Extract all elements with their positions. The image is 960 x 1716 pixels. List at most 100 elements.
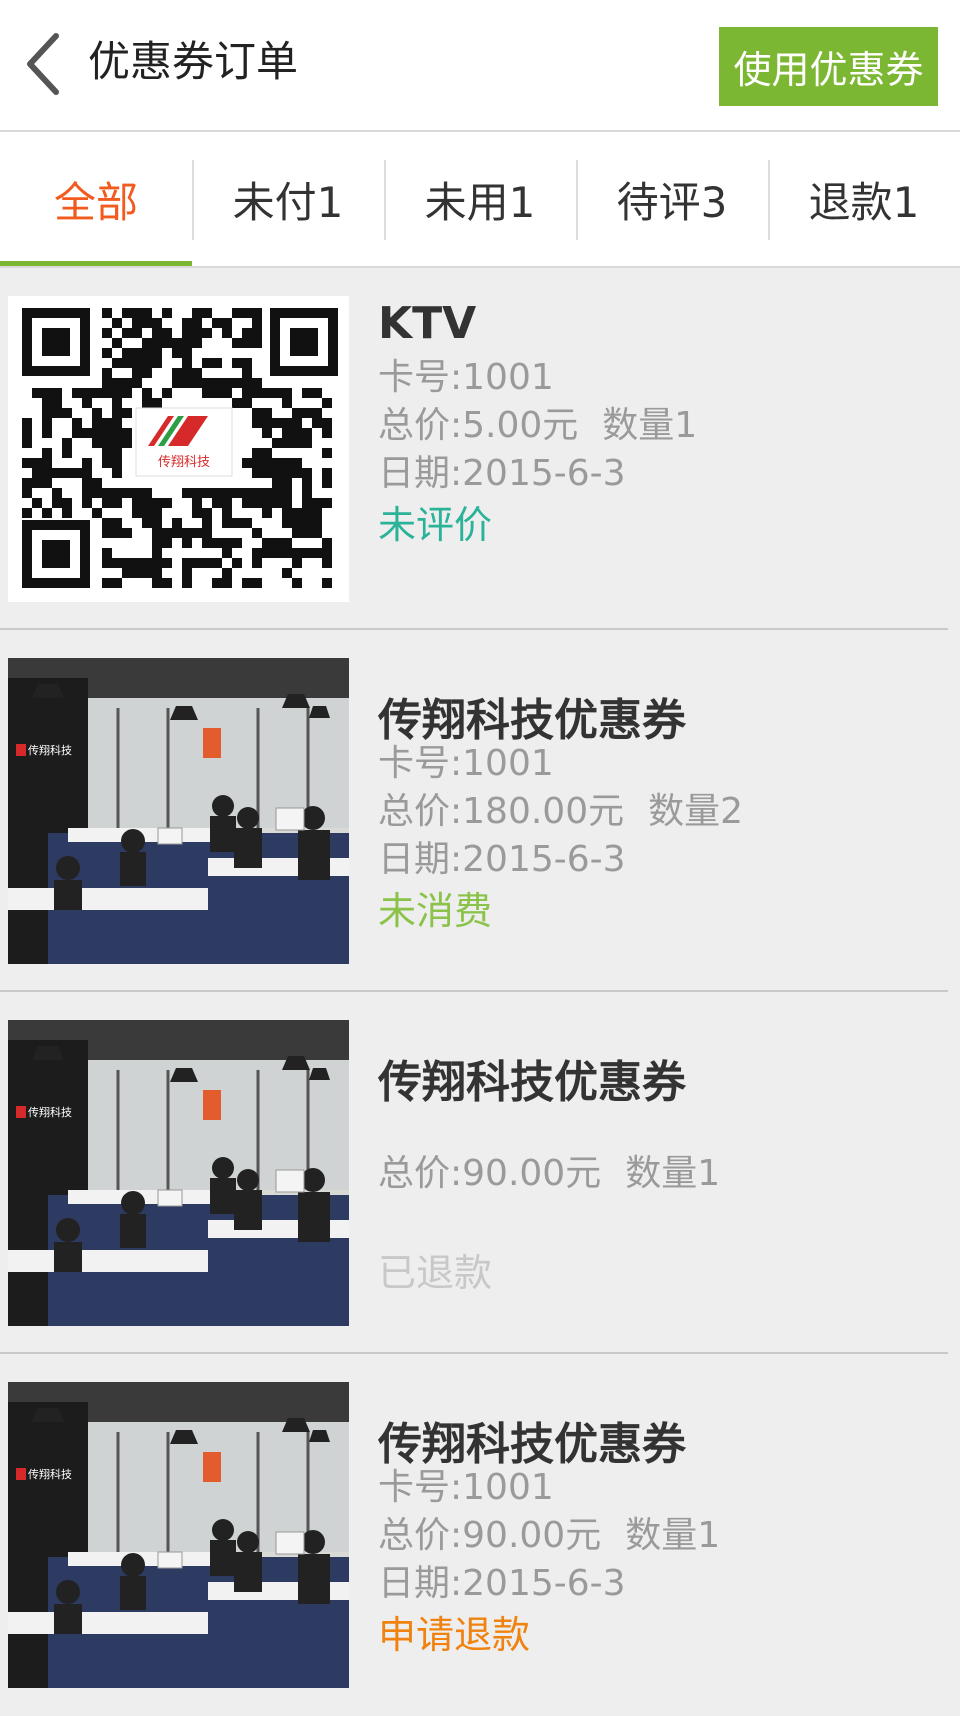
qr-module — [192, 498, 202, 508]
qr-module — [32, 468, 42, 478]
qr-module — [202, 558, 212, 568]
qr-module — [202, 308, 212, 318]
qr-module — [242, 388, 252, 398]
logo-text: 传翔科技 — [158, 455, 210, 470]
qr-module — [282, 568, 292, 578]
qr-module — [132, 508, 142, 518]
order-item[interactable]: 传翔科技 传翔科技优惠券 总价:90.00元 数量1 已退款 — [0, 992, 948, 1354]
use-coupon-button[interactable]: 使用优惠券 — [719, 27, 938, 106]
qr-module — [102, 458, 112, 468]
qr-module — [32, 498, 42, 508]
logo-text: 传翔科技 — [28, 1467, 72, 1481]
qr-module — [112, 558, 122, 568]
qr-module — [72, 418, 82, 428]
qr-module — [322, 478, 332, 488]
qr-module — [172, 368, 182, 378]
qr-module — [22, 418, 32, 428]
qr-module — [92, 478, 102, 488]
qr-module — [132, 498, 142, 508]
qr-module — [312, 418, 322, 428]
qr-module — [52, 488, 62, 498]
qr-module — [322, 578, 332, 588]
tab-unused[interactable]: 未用1 — [384, 132, 576, 266]
qr-module — [162, 528, 172, 538]
qr-module — [152, 548, 162, 558]
qr-module — [292, 578, 302, 588]
order-item[interactable]: 传翔科技 传翔科技优惠券 卡号:1001 总价:90.00元 数量1 日期:201… — [0, 1354, 948, 1716]
tab-refund[interactable]: 退款1 — [768, 132, 960, 266]
qr-module — [112, 408, 122, 418]
qr-module — [122, 348, 132, 358]
qr-module — [282, 518, 292, 528]
qr-module — [232, 488, 242, 498]
qr-module — [232, 358, 242, 368]
qr-module — [252, 388, 262, 398]
qr-module — [272, 418, 282, 428]
qr-module — [162, 388, 172, 398]
qr-module — [52, 398, 62, 408]
tab-unpaid[interactable]: 未付1 — [192, 132, 384, 266]
order-total-line: 总价:90.00元 数量1 — [378, 1506, 720, 1558]
qr-module — [192, 488, 202, 498]
qr-module — [62, 438, 72, 448]
order-item[interactable]: 传翔科技 传翔科技优惠券 卡号:1001 总价:180.00元 数量2 日期:20… — [0, 630, 948, 992]
qr-module — [202, 508, 212, 518]
qr-module — [292, 518, 302, 528]
qr-module — [282, 488, 292, 498]
qr-module — [122, 528, 132, 538]
qr-module — [72, 468, 82, 478]
qr-module — [142, 368, 152, 378]
qr-module — [92, 428, 102, 438]
qr-module — [152, 318, 162, 328]
qr-module — [132, 558, 142, 568]
qr-module — [262, 468, 272, 478]
qr-module — [202, 358, 212, 368]
qr-module — [92, 488, 102, 498]
qr-module — [302, 478, 312, 488]
qr-module — [62, 408, 72, 418]
tab-to-review[interactable]: 待评3 — [576, 132, 768, 266]
qr-module — [102, 348, 112, 358]
qr-module — [142, 518, 152, 528]
qr-module — [322, 418, 332, 428]
qr-module — [282, 418, 292, 428]
qr-module — [212, 578, 222, 588]
qr-module — [122, 438, 132, 448]
qr-module — [112, 358, 122, 368]
qr-module — [142, 488, 152, 498]
qr-module — [302, 548, 312, 558]
qr-module — [112, 398, 122, 408]
qr-module — [112, 428, 122, 438]
qr-module — [152, 358, 162, 368]
qr-module — [192, 318, 202, 328]
qr-module — [302, 488, 312, 498]
qr-module — [242, 458, 252, 468]
qr-module — [222, 518, 232, 528]
qr-module — [42, 408, 52, 418]
tab-all[interactable]: 全部 — [0, 132, 192, 266]
qr-module — [102, 308, 112, 318]
qr-module — [322, 468, 332, 478]
qr-module — [242, 368, 252, 378]
qr-module — [142, 348, 152, 358]
qr-module — [112, 488, 122, 498]
qr-module — [242, 378, 252, 388]
qr-module — [282, 428, 292, 438]
qr-module — [312, 528, 322, 538]
qr-module — [242, 328, 252, 338]
back-arrow-icon[interactable] — [22, 32, 66, 96]
qr-module — [162, 578, 172, 588]
qr-module — [232, 308, 242, 318]
order-date: 日期:2015-6-3 — [378, 1563, 626, 1604]
qr-module — [302, 468, 312, 478]
qr-module — [42, 458, 52, 468]
logo-text: 传翔科技 — [28, 1105, 72, 1119]
qr-module — [242, 488, 252, 498]
qr-module — [202, 378, 212, 388]
qr-module — [212, 318, 222, 328]
qr-module — [152, 558, 162, 568]
qr-module — [202, 528, 212, 538]
qr-module — [202, 328, 212, 338]
qr-module — [102, 428, 112, 438]
order-item[interactable]: 传翔科技 KTV 卡号:1001 总价:5.00元 数量1 日期:2015-6-3… — [0, 268, 948, 630]
